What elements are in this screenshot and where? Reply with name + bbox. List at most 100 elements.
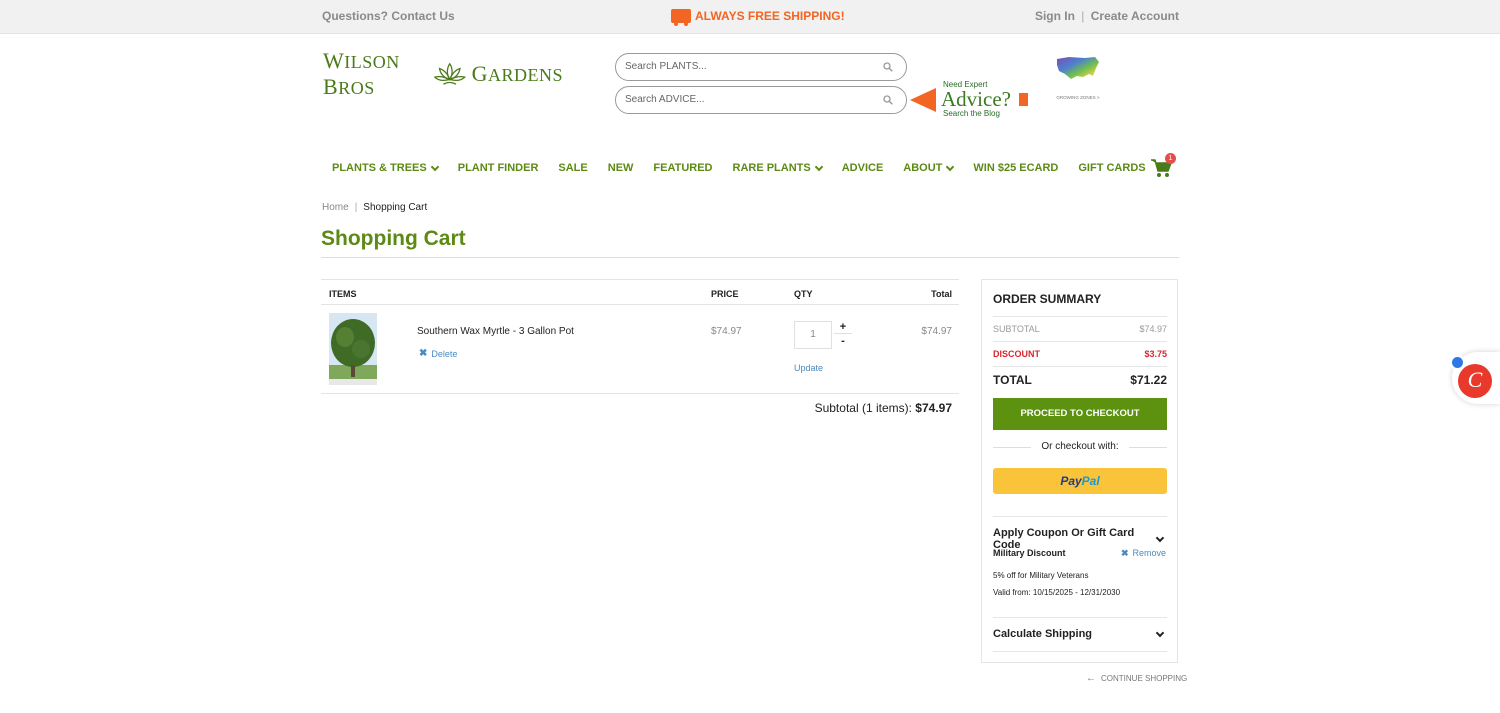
summary-subtotal-label: SUBTOTAL bbox=[993, 324, 1040, 334]
divider bbox=[993, 341, 1167, 342]
qty-decrease-button[interactable]: - bbox=[834, 335, 852, 348]
truck-icon bbox=[671, 9, 691, 26]
shipping-heading: Calculate Shipping bbox=[993, 628, 1093, 640]
paypal-logo-pay: Pay bbox=[1060, 474, 1082, 488]
search-advice-input[interactable] bbox=[625, 94, 865, 105]
calculate-shipping-toggle[interactable]: Calculate Shipping bbox=[993, 628, 1167, 640]
lotus-icon bbox=[434, 62, 466, 85]
usa-map-icon bbox=[1057, 57, 1099, 79]
coupon-description: 5% off for Military Veterans bbox=[993, 571, 1089, 580]
search-plants-box bbox=[615, 53, 907, 81]
advice-accent bbox=[1019, 93, 1028, 106]
subtotal-value: $74.97 bbox=[915, 401, 952, 415]
quantity-input[interactable]: 1 bbox=[794, 321, 832, 349]
account-separator: | bbox=[1081, 9, 1085, 23]
summary-subtotal-value: $74.97 bbox=[1139, 324, 1167, 334]
expert-advice-banner[interactable]: Need Expert Advice? Search the Blog bbox=[910, 79, 1030, 121]
sign-in-link[interactable]: Sign In bbox=[1035, 9, 1075, 23]
delete-item-button[interactable]: ✖ Delete bbox=[419, 348, 457, 359]
divider bbox=[993, 516, 1167, 517]
qty-increase-button[interactable]: + bbox=[834, 321, 852, 334]
growing-zones-link[interactable]: GROWING ZONES > bbox=[1053, 54, 1103, 100]
search-plants-input[interactable] bbox=[625, 61, 865, 72]
tree-image bbox=[329, 313, 377, 385]
growing-zones-label: GROWING ZONES > bbox=[1056, 95, 1100, 100]
account-links: Sign In | Create Account bbox=[1035, 9, 1179, 23]
proceed-to-checkout-button[interactable]: PROCEED TO CHECKOUT bbox=[993, 398, 1167, 430]
cart-count-badge: 1 bbox=[1165, 153, 1176, 164]
close-icon: ✖ bbox=[419, 348, 428, 359]
order-summary: ORDER SUMMARY SUBTOTAL $74.97 DISCOUNT $… bbox=[981, 279, 1178, 663]
chevron-down-icon bbox=[1155, 628, 1165, 637]
caret-down-icon bbox=[430, 162, 439, 171]
free-shipping-text: ALWAYS FREE SHIPPING! bbox=[695, 9, 845, 23]
cart-subtotal: Subtotal (1 items): $74.97 bbox=[321, 401, 952, 415]
item-price: $74.97 bbox=[711, 326, 742, 337]
site-logo[interactable]: WILSON BROS GARDENS bbox=[323, 48, 563, 99]
update-qty-link[interactable]: Update bbox=[794, 363, 823, 373]
cart-table: ITEMS PRICE QTY Total Southern Wax Myrtl… bbox=[321, 279, 959, 394]
title-divider bbox=[321, 257, 1179, 258]
cart-table-header: ITEMS PRICE QTY Total bbox=[321, 279, 959, 305]
header-items: ITEMS bbox=[329, 289, 357, 299]
continue-shopping-label: CONTINUE SHOPPING bbox=[1101, 674, 1188, 683]
product-thumbnail[interactable] bbox=[329, 313, 377, 385]
contact-us-link[interactable]: Questions? Contact Us bbox=[322, 9, 455, 23]
summary-total-row: TOTAL $71.22 bbox=[993, 373, 1167, 387]
summary-discount-label: DISCOUNT bbox=[993, 349, 1040, 359]
breadcrumb: Home | Shopping Cart bbox=[322, 202, 427, 213]
summary-subtotal-row: SUBTOTAL $74.97 bbox=[993, 324, 1167, 334]
nav-plants-trees[interactable]: PLANTS & TREES bbox=[322, 162, 448, 174]
remove-coupon-label: Remove bbox=[1132, 548, 1166, 558]
or-checkout-with-label: Or checkout with: bbox=[993, 441, 1167, 452]
nav-rare-plants[interactable]: RARE PLANTS bbox=[723, 162, 832, 174]
caret-down-icon bbox=[946, 162, 955, 171]
summary-total-value: $71.22 bbox=[1130, 373, 1167, 387]
header-total: Total bbox=[931, 289, 952, 299]
paypal-logo-pal: Pal bbox=[1081, 474, 1100, 488]
subtotal-label: Subtotal (1 items): bbox=[814, 401, 912, 415]
divider bbox=[993, 617, 1167, 618]
summary-discount-value: $3.75 bbox=[1144, 349, 1167, 359]
page-title: Shopping Cart bbox=[321, 227, 466, 250]
delete-label: Delete bbox=[431, 348, 458, 359]
header-price: PRICE bbox=[711, 289, 739, 299]
summary-total-label: TOTAL bbox=[993, 373, 1032, 387]
order-summary-title: ORDER SUMMARY bbox=[993, 292, 1102, 306]
product-name-link[interactable]: Southern Wax Myrtle - 3 Gallon Pot bbox=[417, 326, 574, 337]
breadcrumb-separator: | bbox=[354, 202, 358, 213]
nav-win-ecard[interactable]: WIN $25 ECARD bbox=[963, 162, 1068, 174]
breadcrumb-current: Shopping Cart bbox=[363, 202, 428, 213]
arrow-left-icon: ← bbox=[1086, 673, 1096, 684]
caret-down-icon bbox=[814, 162, 823, 171]
nav-about[interactable]: ABOUT bbox=[893, 162, 963, 174]
nav-gift-cards[interactable]: GIFT CARDS bbox=[1068, 162, 1155, 174]
divider bbox=[993, 651, 1167, 652]
logo-word-gardens: GARDENS bbox=[471, 61, 563, 86]
nav-sale[interactable]: SALE bbox=[548, 162, 597, 174]
advice-line-3: Search the Blog bbox=[943, 109, 1000, 118]
divider bbox=[993, 316, 1167, 317]
item-total: $74.97 bbox=[921, 326, 952, 337]
nav-featured[interactable]: FEATURED bbox=[643, 162, 722, 174]
coupon-name: Military Discount bbox=[993, 548, 1066, 558]
main-nav: PLANTS & TREES PLANT FINDER SALE NEW FEA… bbox=[322, 162, 1156, 174]
table-row: Southern Wax Myrtle - 3 Gallon Pot ✖ Del… bbox=[321, 305, 959, 394]
paypal-button[interactable]: PayPal bbox=[993, 468, 1167, 494]
breadcrumb-home[interactable]: Home bbox=[322, 202, 349, 213]
divider bbox=[993, 366, 1167, 367]
nav-advice[interactable]: ADVICE bbox=[832, 162, 894, 174]
header-qty: QTY bbox=[794, 289, 813, 299]
create-account-link[interactable]: Create Account bbox=[1091, 9, 1179, 23]
nav-plant-finder[interactable]: PLANT FINDER bbox=[448, 162, 549, 174]
continue-shopping-link[interactable]: ← CONTINUE SHOPPING bbox=[1086, 673, 1187, 684]
search-advice-box bbox=[615, 86, 907, 114]
search-icon[interactable] bbox=[883, 95, 893, 105]
arrow-left-icon bbox=[910, 88, 936, 112]
chat-widget[interactable]: C bbox=[1450, 352, 1500, 404]
remove-coupon-button[interactable]: ✖ Remove bbox=[1121, 548, 1166, 559]
coupon-validity: Valid from: 10/15/2025 - 12/31/2030 bbox=[993, 588, 1121, 597]
search-icon[interactable] bbox=[883, 62, 893, 72]
free-shipping-banner: ALWAYS FREE SHIPPING! bbox=[671, 9, 845, 26]
nav-new[interactable]: NEW bbox=[598, 162, 644, 174]
